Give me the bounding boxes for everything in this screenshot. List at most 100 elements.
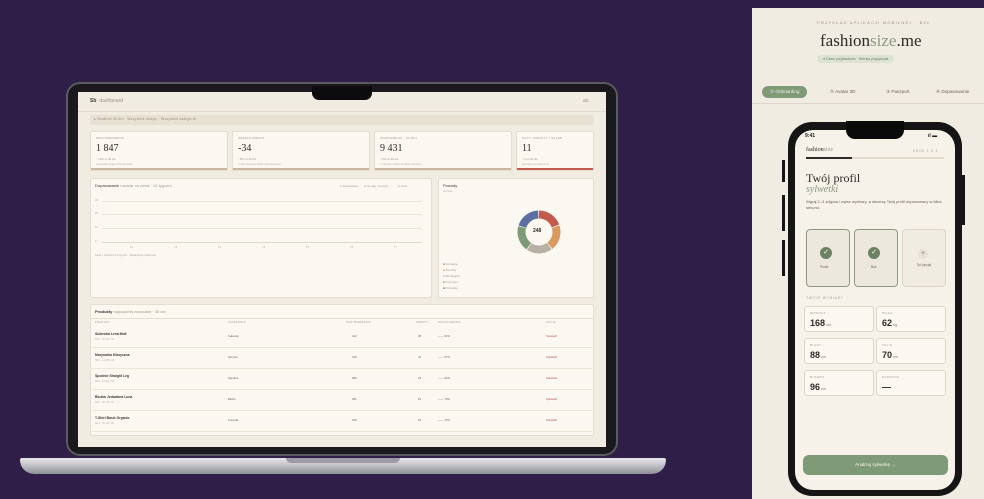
table-row[interactable]: [90, 349, 594, 369]
photo-label: Tył (opcja): [916, 263, 932, 267]
phone-side-button: [782, 160, 785, 182]
donut-legend-label: Za ciasne: [445, 262, 458, 266]
x-tick: T4: [262, 246, 266, 249]
product-name: Spodnie Straight Leg: [95, 374, 130, 378]
measurement-label: BIUST: [810, 343, 822, 347]
divider: [90, 318, 594, 319]
table-row[interactable]: [90, 328, 594, 348]
chart-subtitle: rozmiar vs zwrot · 12 tygodni: [120, 183, 172, 188]
measurement-number: 168: [810, 318, 826, 328]
tab-passport[interactable]: ③ Paszport: [886, 89, 910, 95]
table-title-text: Produkty: [95, 309, 113, 314]
table-row[interactable]: [90, 391, 594, 411]
measurement-unit: cm: [826, 322, 832, 327]
donut-legend-label: Pozostałe: [445, 286, 458, 290]
category-cell: Okrycia: [228, 355, 238, 359]
tab-avatar[interactable]: ② Avatar 3D: [830, 89, 855, 95]
chart-footnote: Dane z ostatnich 12 tygodni · aktualizac…: [95, 254, 156, 257]
donut-center-value: 248: [533, 228, 542, 234]
col-header-tries[interactable]: PRZYMIERZENIA: [346, 321, 371, 324]
logo-part: size: [823, 147, 833, 153]
kpi-delta: ↑ 12% vs 30 dni: [96, 157, 116, 161]
camera-notch: [312, 86, 372, 100]
col-header-action[interactable]: AKCJA: [546, 321, 556, 324]
phone-side-button: [782, 240, 785, 276]
donut-legend-item: ■ Inny fason: [443, 280, 459, 284]
product-name: Bluzka Jedwabna Luna: [95, 395, 133, 399]
measurement-value: 168cm: [810, 318, 831, 328]
action-link[interactable]: Sprawdź: [546, 397, 557, 401]
donut-legend-item: ■ Pozostałe: [443, 286, 458, 290]
fit-cell: —— 73%: [438, 418, 450, 422]
measurement-field[interactable]: BIUST 88cm: [804, 338, 874, 364]
donut-segment: [517, 226, 532, 250]
product-sku: SKU · 09 774 / 01: [95, 401, 115, 404]
product-name: Sukienka Lena Midi: [95, 332, 127, 336]
brand-sub: dashboard: [99, 98, 124, 104]
measurement-unit: kg: [893, 322, 898, 327]
measurement-number: 62: [882, 318, 893, 328]
tries-cell: 412: [352, 334, 357, 338]
tab-onboarding[interactable]: ① Onboarding: [762, 86, 808, 98]
product-sku: SKU · 30 112 / 05: [95, 422, 114, 425]
step-progress-fill: [806, 157, 852, 159]
y-tick: 10: [95, 226, 98, 229]
logo-part: size: [870, 31, 897, 50]
table-row[interactable]: [90, 412, 594, 432]
donut-segment: [547, 225, 561, 249]
measurement-field[interactable]: WZROST 168cm: [804, 306, 874, 332]
user-menu[interactable]: Sb: [583, 98, 589, 103]
col-header-product[interactable]: PRODUKT: [95, 321, 110, 324]
action-link[interactable]: Sprawdź: [546, 376, 557, 380]
donut-segment: [527, 242, 552, 254]
action-link[interactable]: Sprawdź: [546, 355, 557, 359]
kpi-accent-bar: [233, 168, 369, 170]
status-icons: ıl ▬: [928, 133, 938, 139]
logo-part: fashion: [820, 31, 871, 50]
tab-fit[interactable]: ④ Dopasowanie: [936, 89, 969, 95]
kpi-accent-bar: [517, 168, 593, 170]
check-icon: ✓: [820, 247, 832, 259]
col-header-category[interactable]: KATEGORIA: [228, 321, 246, 324]
kpi-card[interactable]: PRZYMIERZENIA 1 847 ↑ 12% vs 30 dni wszy…: [90, 131, 228, 171]
measurement-field[interactable]: RAMIONA —: [876, 370, 946, 396]
action-link[interactable]: Sprawdź: [546, 334, 557, 338]
measurement-label: WZROST: [810, 311, 826, 315]
measures-section-title: TWOJE WYMIARY: [806, 296, 844, 300]
measurement-field[interactable]: BIODRA 96cm: [804, 370, 874, 396]
tries-cell: 286: [352, 376, 357, 380]
kpi-delta: ↑ 3 vs 30 dni: [522, 157, 538, 161]
kpi-card[interactable]: ŚREDNI ZWROT -34 ↓ 8% vs 30 dni mniej zw…: [232, 131, 370, 171]
table-row[interactable]: [90, 370, 594, 390]
measurement-field[interactable]: TALIA 70cm: [876, 338, 946, 364]
x-tick: T3: [218, 246, 222, 249]
measurement-value: —: [882, 382, 892, 392]
measurement-field[interactable]: WAGA 62kg: [876, 306, 946, 332]
tries-cell: 198: [352, 418, 357, 422]
returns-cell: 24: [418, 376, 422, 380]
tries-cell: 251: [352, 397, 357, 401]
kpi-note: wszystkie sesje przymierzalni: [96, 162, 133, 166]
measurement-label: RAMIONA: [882, 375, 900, 379]
chart-legend-item: ● za mały / za duży: [364, 184, 389, 188]
analyze-button[interactable]: Analizuj sylwetkę →: [803, 455, 948, 475]
col-header-fit[interactable]: DOPASOWANIE: [438, 321, 461, 324]
measurement-label: TALIA: [882, 343, 893, 347]
fit-cell: —— 61%: [438, 334, 450, 338]
col-header-returns[interactable]: ZWROTY: [416, 321, 429, 324]
kpi-label: ŚREDNI ZWROT: [238, 136, 265, 140]
plus-icon: +: [918, 249, 928, 259]
screen-description: Wgraj 2–3 zdjęcia i wpisz wymiary, a stw…: [806, 199, 942, 210]
screen-title-italic: sylwetki: [806, 184, 839, 195]
tries-cell: 318: [352, 355, 357, 359]
product-name: Marynarka Klasyczna: [95, 353, 130, 357]
action-link[interactable]: Sprawdź: [546, 418, 557, 422]
returns-cell: 31: [418, 355, 422, 359]
category-cell: Koszulki: [228, 418, 239, 422]
panel-logo: fashionsize.me: [820, 31, 922, 51]
measurement-number: 70: [882, 350, 893, 360]
dashboard-brand[interactable]: Sb dashboard: [90, 98, 123, 104]
kpi-card[interactable]: KRYT. ZWROTY / SKLEP 11 ↑ 3 vs 30 dni wy…: [516, 131, 594, 171]
kpi-card[interactable]: ZAMÓWIENIA · 30 DNI 9 431 ↑ 5% vs 30 dni…: [374, 131, 512, 171]
photo-label: Bok: [871, 265, 877, 269]
